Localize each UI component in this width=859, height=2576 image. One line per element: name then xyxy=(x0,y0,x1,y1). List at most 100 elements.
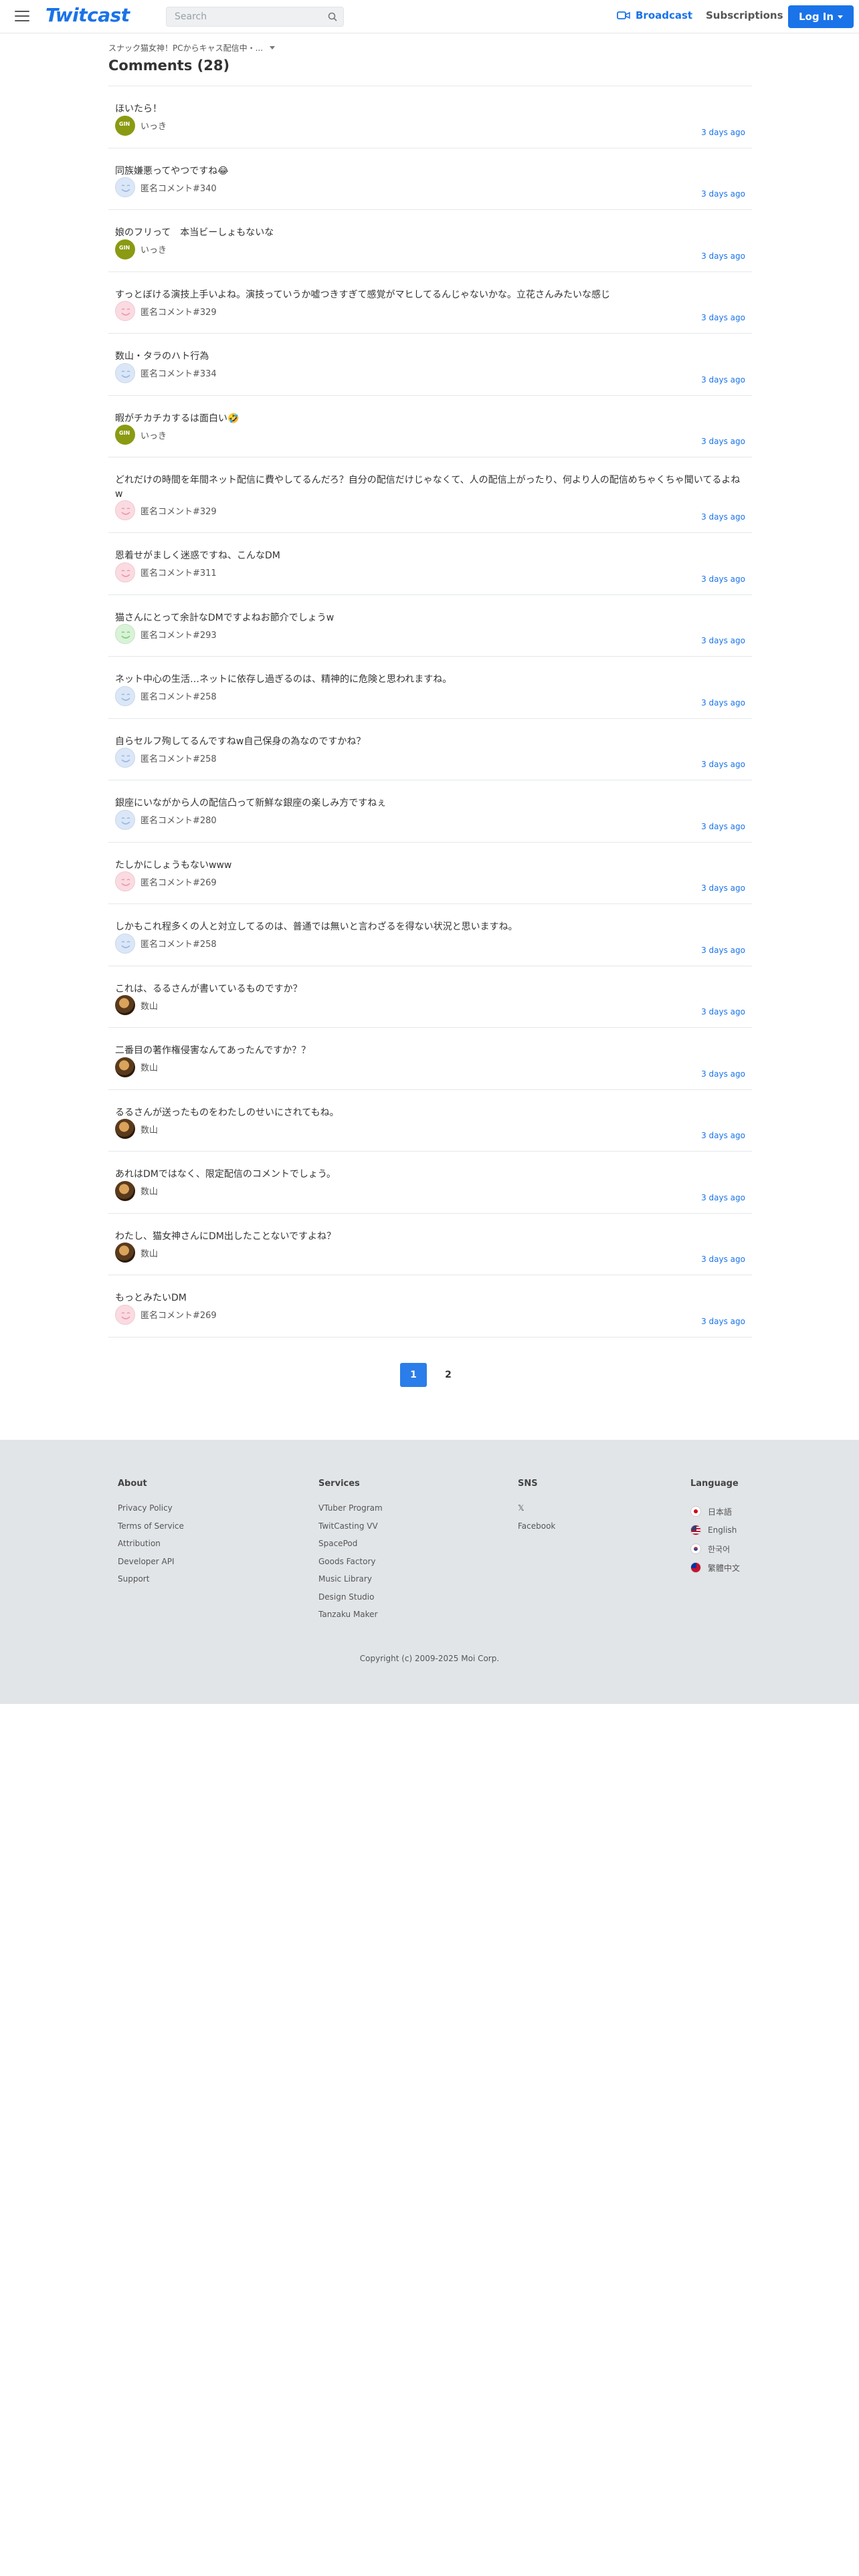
footer-link[interactable]: Tanzaku Maker xyxy=(318,1608,383,1626)
author-name[interactable]: 匿名コメント#293 xyxy=(140,628,217,641)
author-name[interactable]: 匿名コメント#334 xyxy=(140,366,217,379)
hamburger-menu-icon[interactable] xyxy=(15,9,29,23)
author-name[interactable]: 匿名コメント#340 xyxy=(140,181,217,194)
avatar[interactable] xyxy=(115,1119,135,1139)
comment-author[interactable]: 数山 xyxy=(115,1119,158,1139)
avatar[interactable] xyxy=(115,748,135,768)
author-name[interactable]: 匿名コメント#329 xyxy=(140,305,217,318)
footer-link[interactable]: SpacePod xyxy=(318,1537,383,1555)
subscriptions-link[interactable]: Subscriptions xyxy=(706,9,783,21)
comment-timestamp[interactable]: 3 days ago xyxy=(701,636,745,645)
comment-timestamp[interactable]: 3 days ago xyxy=(701,574,745,584)
avatar[interactable] xyxy=(115,871,135,891)
author-name[interactable]: 匿名コメント#269 xyxy=(140,875,217,888)
comment-author[interactable]: 匿名コメント#280 xyxy=(115,809,217,830)
search-input[interactable] xyxy=(167,7,320,26)
comment-author[interactable]: 数山 xyxy=(115,995,158,1015)
author-name[interactable]: いっき xyxy=(140,243,167,255)
footer-link[interactable]: VTuber Program xyxy=(318,1502,383,1520)
avatar[interactable] xyxy=(115,995,135,1015)
search-box[interactable] xyxy=(166,7,344,27)
avatar[interactable] xyxy=(115,562,135,582)
avatar[interactable] xyxy=(115,500,135,520)
comment-author[interactable]: GIN いっき xyxy=(115,425,167,445)
footer-link[interactable]: 𝕏 xyxy=(518,1502,555,1520)
author-name[interactable]: 数山 xyxy=(140,1184,158,1197)
footer-link[interactable]: Music Library xyxy=(318,1573,383,1591)
comment-author[interactable]: GIN いっき xyxy=(115,115,167,136)
comment-author[interactable]: 数山 xyxy=(115,1180,158,1201)
footer-link[interactable]: Developer API xyxy=(118,1555,184,1574)
breadcrumb-live-title[interactable]: スナック猫女神！PCからキャス配信中・... xyxy=(108,42,263,53)
author-name[interactable]: 匿名コメント#258 xyxy=(140,752,217,764)
footer-link[interactable]: Goods Factory xyxy=(318,1555,383,1574)
avatar[interactable] xyxy=(115,624,135,644)
login-button[interactable]: Log In xyxy=(788,5,854,28)
author-name[interactable]: 匿名コメント#269 xyxy=(140,1308,217,1321)
comment-timestamp[interactable]: 3 days ago xyxy=(701,1193,745,1202)
avatar[interactable] xyxy=(115,1304,135,1325)
author-name[interactable]: 匿名コメント#280 xyxy=(140,813,217,826)
comment-author[interactable]: 匿名コメント#340 xyxy=(115,177,217,197)
page-1-button[interactable]: 1 xyxy=(400,1363,427,1387)
avatar[interactable]: GIN xyxy=(115,115,135,136)
footer-link[interactable]: Support xyxy=(118,1573,184,1591)
author-name[interactable]: 匿名コメント#311 xyxy=(140,566,217,578)
comment-author[interactable]: 匿名コメント#258 xyxy=(115,685,217,706)
comment-author[interactable]: 匿名コメント#334 xyxy=(115,362,217,383)
author-name[interactable]: いっき xyxy=(140,429,167,441)
language-option[interactable]: English xyxy=(690,1521,740,1539)
comment-author[interactable]: 匿名コメント#258 xyxy=(115,748,217,768)
author-name[interactable]: 数山 xyxy=(140,1247,158,1259)
footer-link[interactable]: Design Studio xyxy=(318,1591,383,1609)
footer-link[interactable]: Terms of Service xyxy=(118,1520,184,1538)
comment-timestamp[interactable]: 3 days ago xyxy=(701,189,745,199)
comment-author[interactable]: 匿名コメント#269 xyxy=(115,871,217,891)
avatar[interactable] xyxy=(115,362,135,383)
comment-timestamp[interactable]: 3 days ago xyxy=(701,822,745,831)
author-name[interactable]: 匿名コメント#329 xyxy=(140,504,217,517)
avatar[interactable] xyxy=(115,933,135,954)
avatar[interactable] xyxy=(115,177,135,197)
twitcast-logo[interactable]: Twitcast xyxy=(45,4,130,26)
comment-author[interactable]: 匿名コメント#329 xyxy=(115,301,217,321)
comment-author[interactable]: 匿名コメント#269 xyxy=(115,1304,217,1325)
avatar[interactable]: GIN xyxy=(115,239,135,259)
comment-timestamp[interactable]: 3 days ago xyxy=(701,1255,745,1264)
avatar[interactable] xyxy=(115,1057,135,1077)
comment-author[interactable]: 匿名コメント#258 xyxy=(115,933,217,954)
comment-author[interactable]: 数山 xyxy=(115,1243,158,1263)
author-name[interactable]: いっき xyxy=(140,119,167,132)
author-name[interactable]: 数山 xyxy=(140,999,158,1012)
avatar[interactable] xyxy=(115,809,135,830)
comment-timestamp[interactable]: 3 days ago xyxy=(701,251,745,261)
footer-link[interactable]: Facebook xyxy=(518,1520,555,1538)
avatar[interactable] xyxy=(115,1180,135,1201)
comment-timestamp[interactable]: 3 days ago xyxy=(701,698,745,708)
author-name[interactable]: 数山 xyxy=(140,1061,158,1073)
footer-link[interactable]: Attribution xyxy=(118,1537,184,1555)
language-option[interactable]: 日本語 xyxy=(690,1502,740,1521)
footer-link[interactable]: Privacy Policy xyxy=(118,1502,184,1520)
author-name[interactable]: 匿名コメント#258 xyxy=(140,937,217,950)
comment-timestamp[interactable]: 3 days ago xyxy=(701,760,745,769)
comment-timestamp[interactable]: 3 days ago xyxy=(701,437,745,446)
comment-timestamp[interactable]: 3 days ago xyxy=(701,1131,745,1140)
page-2-button[interactable]: 2 xyxy=(435,1363,462,1387)
breadcrumb[interactable]: スナック猫女神！PCからキャス配信中・... xyxy=(108,41,752,53)
avatar[interactable] xyxy=(115,301,135,321)
comment-timestamp[interactable]: 3 days ago xyxy=(701,313,745,322)
comment-author[interactable]: 匿名コメント#311 xyxy=(115,562,217,582)
avatar[interactable] xyxy=(115,685,135,706)
avatar[interactable] xyxy=(115,1243,135,1263)
comment-timestamp[interactable]: 3 days ago xyxy=(701,375,745,385)
author-name[interactable]: 匿名コメント#258 xyxy=(140,689,217,702)
language-option[interactable]: 한국어 xyxy=(690,1539,740,1558)
search-icon[interactable] xyxy=(328,12,337,21)
comment-timestamp[interactable]: 3 days ago xyxy=(701,128,745,137)
language-option[interactable]: 繁體中文 xyxy=(690,1558,740,1577)
comment-author[interactable]: 数山 xyxy=(115,1057,158,1077)
comment-timestamp[interactable]: 3 days ago xyxy=(701,883,745,893)
comment-timestamp[interactable]: 3 days ago xyxy=(701,512,745,522)
chevron-down-icon[interactable] xyxy=(270,45,276,49)
